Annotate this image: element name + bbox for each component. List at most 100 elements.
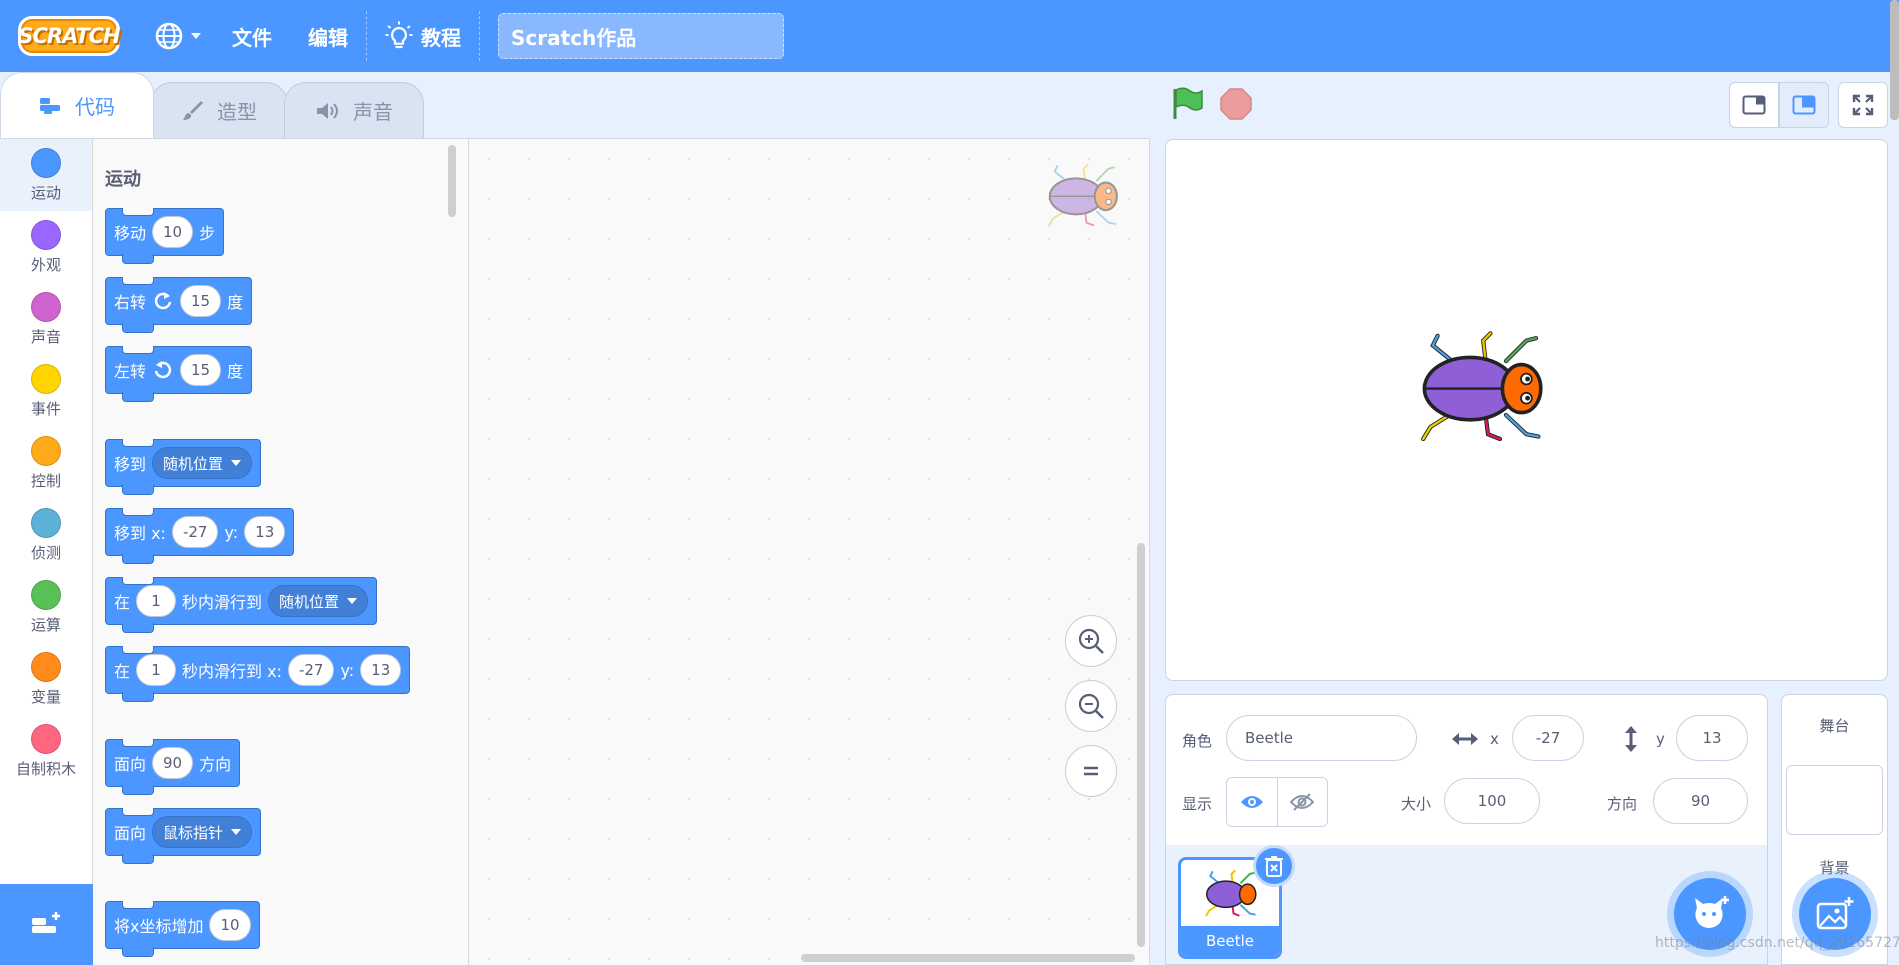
current-sprite-indicator bbox=[1045, 163, 1121, 233]
seconds-input[interactable]: 1 bbox=[136, 585, 177, 617]
tab-sounds[interactable]: 声音 bbox=[284, 82, 424, 138]
workspace-vertical-scrollbar[interactable] bbox=[1137, 543, 1145, 947]
seconds-input[interactable]: 1 bbox=[136, 654, 177, 686]
y-input[interactable]: 13 bbox=[244, 516, 286, 548]
block-goto-xy[interactable]: 移到 x: -27 y: 13 bbox=[105, 508, 295, 564]
block-point-direction[interactable]: 面向 90 方向 bbox=[105, 739, 241, 795]
category-dot bbox=[31, 363, 61, 394]
chevron-down-icon bbox=[231, 460, 242, 466]
sprite-direction-input[interactable]: 90 bbox=[1653, 778, 1748, 824]
code-icon bbox=[40, 97, 60, 114]
eye-icon bbox=[1240, 796, 1263, 808]
category-dot bbox=[31, 147, 61, 178]
degrees-input[interactable]: 15 bbox=[180, 285, 222, 317]
category-looks[interactable]: 外观 bbox=[0, 211, 92, 283]
trash-icon bbox=[1265, 856, 1283, 877]
small-stage-button[interactable] bbox=[1729, 82, 1779, 128]
direction-input[interactable]: 90 bbox=[152, 747, 194, 779]
x-input[interactable]: -27 bbox=[287, 654, 335, 686]
category-motion[interactable]: 运动 bbox=[0, 139, 92, 211]
glide-target-dropdown[interactable]: 随机位置 bbox=[268, 585, 369, 617]
degrees-input[interactable]: 15 bbox=[180, 354, 222, 386]
category-events[interactable]: 事件 bbox=[0, 355, 92, 427]
stage-thumbnail[interactable] bbox=[1786, 765, 1883, 835]
workspace-horizontal-scrollbar[interactable] bbox=[801, 954, 1135, 962]
tutorials-button[interactable]: 教程 bbox=[367, 0, 479, 72]
category-operators[interactable]: 运算 bbox=[0, 571, 92, 643]
tab-sounds-label: 声音 bbox=[353, 100, 393, 124]
stop-button[interactable] bbox=[1220, 88, 1252, 124]
steps-input[interactable]: 10 bbox=[152, 216, 194, 248]
menu-divider bbox=[479, 11, 480, 61]
rotate-left-icon bbox=[154, 361, 172, 379]
towards-target-dropdown[interactable]: 鼠标指针 bbox=[152, 816, 253, 848]
sprite-size-input[interactable]: 100 bbox=[1444, 778, 1540, 824]
palette-category-title: 运动 bbox=[105, 169, 141, 190]
x-input[interactable]: -27 bbox=[171, 516, 219, 548]
zoom-reset-button[interactable] bbox=[1065, 745, 1117, 797]
visibility-toggle bbox=[1226, 777, 1328, 827]
small-stage-icon bbox=[1742, 95, 1766, 115]
cat-add-icon bbox=[1695, 896, 1729, 928]
green-flag-button[interactable] bbox=[1170, 86, 1204, 126]
block-point-towards[interactable]: 面向 鼠标指针 bbox=[105, 808, 262, 864]
show-sprite-button[interactable] bbox=[1227, 778, 1278, 826]
tab-costumes[interactable]: 造型 bbox=[150, 82, 288, 138]
globe-icon bbox=[155, 22, 183, 50]
show-label: 显示 bbox=[1182, 795, 1213, 813]
equals-icon bbox=[1084, 766, 1098, 776]
backdrops-label: 背景 bbox=[1819, 859, 1850, 877]
block-glide-xy[interactable]: 在 1 秒内滑行到 x: -27 y: 13 bbox=[105, 646, 411, 702]
chevron-down-icon bbox=[231, 829, 242, 835]
normal-stage-button[interactable] bbox=[1779, 82, 1829, 128]
category-menu: 运动 外观 声音 事件 控制 侦测 运算 变量 自制积木 bbox=[0, 139, 93, 884]
palette-scrollbar[interactable] bbox=[448, 145, 456, 217]
change-x-input[interactable]: 10 bbox=[209, 909, 251, 941]
block-move-steps[interactable]: 移动 10 步 bbox=[105, 208, 225, 264]
fullscreen-button[interactable] bbox=[1838, 82, 1888, 128]
category-variables[interactable]: 变量 bbox=[0, 643, 92, 715]
language-menu[interactable] bbox=[142, 0, 214, 72]
delete-sprite-button[interactable] bbox=[1253, 845, 1295, 887]
edit-menu[interactable]: 编辑 bbox=[290, 0, 366, 72]
y-input[interactable]: 13 bbox=[360, 654, 402, 686]
rotate-right-icon bbox=[154, 292, 172, 310]
category-sensing[interactable]: 侦测 bbox=[0, 499, 92, 571]
editor-tabs: 代码 造型 声音 bbox=[0, 72, 424, 138]
zoom-in-icon bbox=[1078, 628, 1104, 654]
block-goto[interactable]: 移到 随机位置 bbox=[105, 439, 262, 495]
sprite-name-input[interactable]: Beetle bbox=[1226, 715, 1417, 761]
stop-icon bbox=[1220, 88, 1252, 120]
stage[interactable] bbox=[1165, 139, 1888, 681]
beetle-sprite[interactable] bbox=[1416, 328, 1548, 452]
category-my-blocks[interactable]: 自制积木 bbox=[0, 715, 92, 787]
zoom-out-button[interactable] bbox=[1065, 680, 1117, 732]
tab-costumes-label: 造型 bbox=[217, 100, 257, 124]
category-sound[interactable]: 声音 bbox=[0, 283, 92, 355]
add-extension-button[interactable] bbox=[0, 884, 93, 965]
block-change-x[interactable]: 将x坐标增加 10 bbox=[105, 901, 260, 957]
code-workspace[interactable] bbox=[469, 139, 1150, 965]
beetle-sprite-icon bbox=[1048, 163, 1118, 227]
size-label: 大小 bbox=[1401, 795, 1432, 813]
chevron-down-icon bbox=[347, 598, 358, 604]
project-title-input[interactable]: Scratch作品 bbox=[498, 13, 784, 59]
goto-target-dropdown[interactable]: 随机位置 bbox=[152, 447, 253, 479]
scratch-logo[interactable]: SCRATCH bbox=[18, 16, 121, 56]
brush-icon bbox=[183, 100, 203, 120]
category-dot bbox=[31, 291, 61, 322]
category-control[interactable]: 控制 bbox=[0, 427, 92, 499]
sprite-x-input[interactable]: -27 bbox=[1512, 715, 1584, 761]
block-turn-left[interactable]: 左转 15 度 bbox=[105, 346, 253, 402]
block-turn-right[interactable]: 右转 15 度 bbox=[105, 277, 253, 333]
sprite-y-input[interactable]: 13 bbox=[1676, 715, 1748, 761]
horizontal-arrows-icon bbox=[1452, 733, 1478, 745]
zoom-in-button[interactable] bbox=[1065, 615, 1117, 667]
tutorials-label: 教程 bbox=[421, 25, 461, 50]
file-menu[interactable]: 文件 bbox=[214, 0, 290, 72]
block-glide-to[interactable]: 在 1 秒内滑行到 随机位置 bbox=[105, 577, 378, 633]
category-dot bbox=[31, 435, 61, 466]
hide-sprite-button[interactable] bbox=[1277, 778, 1327, 826]
tab-code-label: 代码 bbox=[75, 95, 115, 119]
tab-code[interactable]: 代码 bbox=[0, 72, 154, 138]
